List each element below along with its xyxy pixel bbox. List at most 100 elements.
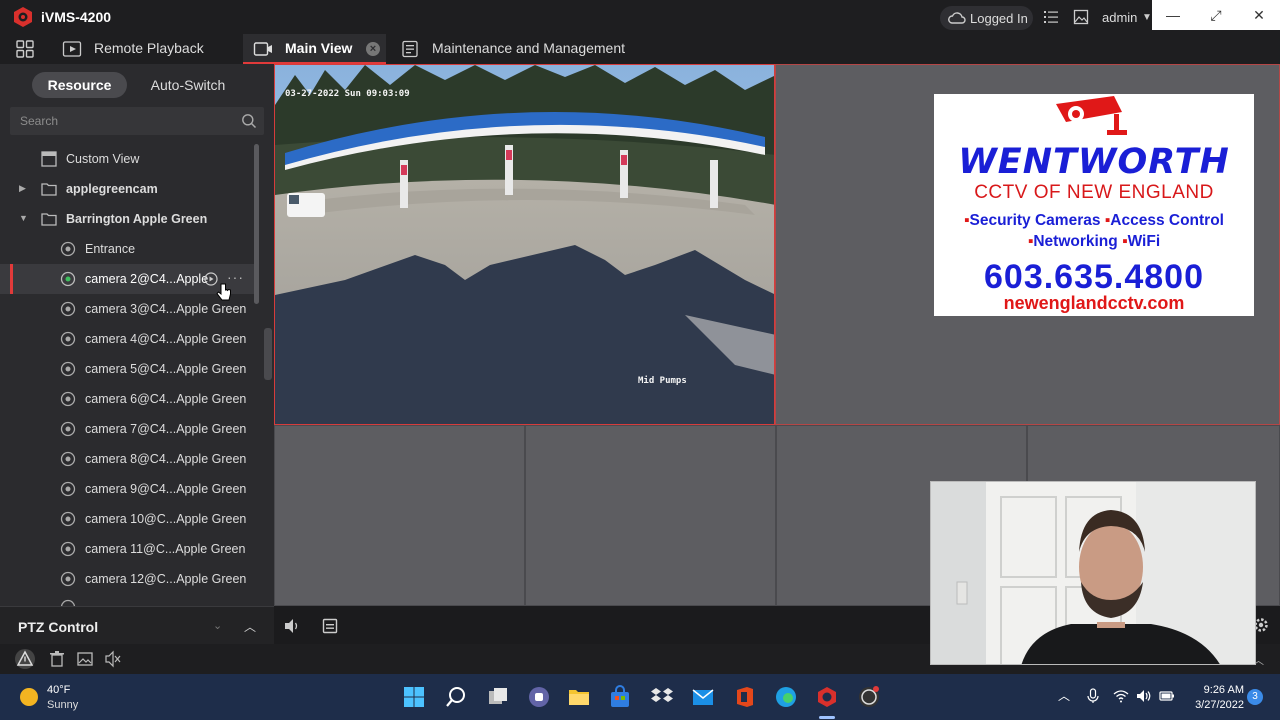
camera-icon: [60, 361, 76, 377]
weather-temperature[interactable]: 40°F: [47, 684, 70, 696]
custom-view-icon: [41, 151, 57, 167]
speaker-icon[interactable]: [1136, 688, 1152, 704]
camera-icon: [60, 599, 76, 606]
chevron-up-icon[interactable]: ︿: [244, 618, 256, 635]
file-explorer-icon[interactable]: [567, 685, 591, 709]
microphone-icon[interactable]: [1085, 688, 1101, 704]
camera-item-4[interactable]: camera 4@C4...Apple Green: [0, 324, 258, 354]
camera-item-12[interactable]: camera 12@C...Apple Green: [0, 564, 258, 594]
tree-item-label: camera 5@C4...Apple Green: [85, 362, 247, 376]
image-icon[interactable]: [1073, 9, 1089, 25]
auto-switch-toggle[interactable]: Auto-Switch: [140, 72, 236, 98]
alarm-warning-icon[interactable]: [14, 648, 36, 670]
save-layout-icon[interactable]: [321, 617, 339, 635]
wifi-icon[interactable]: [1113, 688, 1129, 704]
dropbox-icon[interactable]: [650, 685, 674, 709]
search-icon[interactable]: [241, 113, 257, 129]
tree-item-barrington[interactable]: ▼ Barrington Apple Green: [0, 204, 258, 234]
teams-chat-icon[interactable]: [527, 685, 551, 709]
camera-item-10[interactable]: camera 10@C...Apple Green: [0, 504, 258, 534]
presenter-webcam-overlay: [930, 481, 1256, 665]
task-view-icon[interactable]: [486, 685, 510, 709]
video-cell-empty[interactable]: [274, 425, 525, 606]
tree-item-label: camera 10@C...Apple Green: [85, 512, 247, 526]
battery-icon[interactable]: [1159, 688, 1175, 704]
modules-grid-icon[interactable]: [16, 40, 34, 58]
tab-maintenance[interactable]: Maintenance and Management: [401, 34, 651, 64]
tree-item-label: Barrington Apple Green: [66, 212, 208, 226]
tree-item-label: Custom View: [66, 152, 140, 166]
camera-item-7[interactable]: camera 7@C4...Apple Green: [0, 414, 258, 444]
volume-icon[interactable]: [283, 617, 301, 635]
weather-sun-icon[interactable]: [20, 688, 38, 706]
ptz-control-bar[interactable]: PTZ Control ⌄ ︿: [0, 606, 274, 644]
camera-item-5[interactable]: camera 5@C4...Apple Green: [0, 354, 258, 384]
camera-icon: [60, 541, 76, 557]
resource-toggle[interactable]: Resource: [32, 72, 127, 98]
ad-services-line-1: ▪Security Cameras ▪Access Control: [964, 212, 1224, 229]
overlay-advertisement: WENTWORTH CCTV OF NEW ENGLAND ▪Security …: [934, 94, 1254, 316]
app-title: iVMS-4200: [41, 9, 112, 25]
camera-item-6[interactable]: camera 6@C4...Apple Green: [0, 384, 258, 414]
trash-icon[interactable]: [48, 650, 66, 668]
edge-icon[interactable]: [774, 685, 798, 709]
picture-icon[interactable]: [76, 650, 94, 668]
weather-condition[interactable]: Sunny: [47, 699, 78, 711]
office-icon[interactable]: [733, 685, 757, 709]
mute-icon[interactable]: [104, 650, 122, 668]
ad-brand: WENTWORTH: [958, 142, 1230, 182]
restore-icon[interactable]: ⤢: [1195, 0, 1237, 30]
tab-label: Remote Playback: [94, 40, 204, 56]
live-video-cell[interactable]: 03-27-2022 Sun 09:03:09 Mid Pumps: [274, 64, 775, 425]
camera-item-8[interactable]: camera 8@C4...Apple Green: [0, 444, 258, 474]
tree-scrollbar[interactable]: [254, 144, 259, 304]
security-camera-logo-icon: [1056, 96, 1127, 135]
tab-remote-playback[interactable]: Remote Playback: [62, 34, 232, 64]
ad-service: Security Cameras: [969, 212, 1101, 229]
ad-subtitle: CCTV OF NEW ENGLAND: [974, 182, 1214, 203]
video-camera-name: Mid Pumps: [638, 376, 687, 386]
collapse-arrow-icon[interactable]: ▼: [19, 213, 28, 223]
tree-item-label: camera 9@C4...Apple Green: [85, 482, 247, 496]
windows-taskbar: 40°F Sunny ︿ 9:26 AM 3/27/2022 3: [0, 674, 1280, 720]
mail-icon[interactable]: [691, 685, 715, 709]
camera-icon: [60, 241, 76, 257]
expand-arrow-icon[interactable]: ▶: [19, 183, 26, 194]
system-clock[interactable]: 9:26 AM 3/27/2022: [1184, 683, 1244, 713]
tray-overflow-chevron-icon[interactable]: ︿: [1058, 687, 1070, 704]
camera-item-entrance[interactable]: Entrance: [0, 234, 258, 264]
video-timestamp: 03-27-2022 Sun 09:03:09: [285, 89, 410, 99]
obs-studio-icon[interactable]: [857, 685, 881, 709]
search-input[interactable]: [10, 107, 235, 135]
login-status-button[interactable]: Logged In: [940, 6, 1033, 30]
camera-item-11[interactable]: camera 11@C...Apple Green: [0, 534, 258, 564]
video-cell-empty[interactable]: [525, 425, 776, 606]
tree-item-applegreencam[interactable]: ▶ applegreencam: [0, 174, 258, 204]
search-icon[interactable]: [444, 685, 468, 709]
windows-start-icon[interactable]: [402, 685, 426, 709]
camera-item-9[interactable]: camera 9@C4...Apple Green: [0, 474, 258, 504]
store-icon[interactable]: [608, 685, 632, 709]
camera-icon: [60, 511, 76, 527]
user-menu[interactable]: admin: [1102, 10, 1137, 25]
tree-item-label: camera 8@C4...Apple Green: [85, 452, 247, 466]
folder-icon: [41, 213, 57, 226]
camera-feed-image: [275, 65, 774, 424]
tree-item-label: Entrance: [85, 242, 136, 256]
tab-label: Maintenance and Management: [432, 40, 626, 56]
close-icon[interactable]: ✕: [1238, 0, 1280, 30]
panel-collapse-handle[interactable]: [264, 328, 272, 380]
minimize-icon[interactable]: —: [1152, 0, 1194, 30]
tab-bar: Remote Playback Main View × Maintenance …: [0, 34, 1280, 64]
chevron-down-icon[interactable]: ⌄: [213, 619, 222, 632]
close-tab-icon[interactable]: ×: [366, 42, 380, 56]
chevron-down-icon[interactable]: ▼: [1142, 12, 1152, 23]
tree-item-label: camera 4@C4...Apple Green: [85, 332, 247, 346]
list-menu-icon[interactable]: [1043, 9, 1059, 25]
notification-badge[interactable]: 3: [1247, 689, 1263, 705]
tree-item-custom-view[interactable]: Custom View: [0, 144, 258, 174]
folder-icon: [41, 183, 57, 196]
ivms-taskbar-icon[interactable]: [815, 685, 839, 709]
tree-item-label: camera 12@C...Apple Green: [85, 572, 247, 586]
tab-main-view[interactable]: Main View ×: [243, 34, 386, 64]
